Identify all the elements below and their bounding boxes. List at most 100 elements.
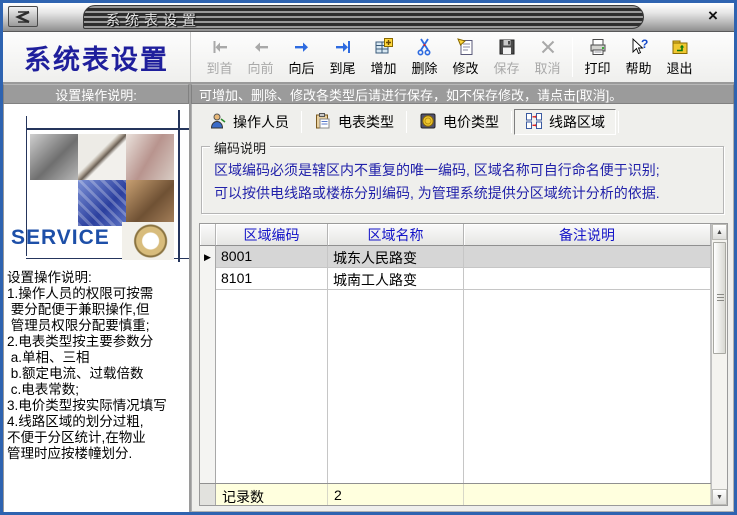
help-button[interactable]: ? 帮助 — [618, 34, 659, 80]
instruction-line: 管理员权限分配要慎重; — [7, 318, 189, 334]
sidebar-body: SERVICE 设置操作说明: 1.操作人员的权限可按需 要分配便于兼职操作,但… — [3, 104, 189, 512]
exit-icon — [670, 37, 690, 57]
column-header-name[interactable]: 区域名称 — [328, 224, 464, 246]
toolbar-button-label: 打印 — [584, 58, 610, 77]
modify-button[interactable]: 修改 — [445, 34, 486, 80]
instruction-line: 4.线路区域的划分过粗, — [7, 414, 189, 430]
collage-guide-line — [178, 110, 180, 262]
add-icon — [374, 37, 394, 57]
clipboard-icon — [314, 112, 332, 133]
cell-code[interactable]: 8101 — [216, 268, 328, 290]
page-title: 系统表设置 — [3, 32, 191, 82]
scroll-up-icon[interactable]: ▲ — [712, 224, 727, 240]
tab-separator — [301, 111, 302, 133]
first-record-icon — [210, 37, 230, 57]
grid-footer: 记录数 2 — [200, 483, 711, 505]
first-record-button[interactable]: 到首 — [199, 34, 240, 80]
toolbar-button-label: 向前 — [247, 58, 273, 77]
photo-keyboard — [78, 180, 126, 226]
cancel-button[interactable]: 取消 — [527, 34, 568, 80]
toolbar-button-label: 向后 — [288, 58, 314, 77]
instruction-line: b.额定电流、过载倍数 — [7, 366, 189, 382]
exit-button[interactable]: 退出 — [659, 34, 700, 80]
save-button[interactable]: 保存 — [486, 34, 527, 80]
record-count-label: 记录数 — [216, 484, 328, 505]
tab-label: 电价类型 — [443, 112, 499, 132]
last-record-icon — [333, 37, 353, 57]
tab-price-type[interactable]: 电价类型 — [409, 109, 509, 135]
column-header-note[interactable]: 备注说明 — [464, 224, 711, 246]
photo-strap — [126, 180, 174, 226]
cell-name[interactable]: 城南工人路变 — [328, 268, 464, 290]
grid-body: ▶ 8001 城东人民路变 8101 城南工人路变 — [200, 246, 711, 483]
titlebar: 系统表设置 × — [3, 3, 734, 32]
modify-icon — [456, 37, 476, 57]
prev-record-button[interactable]: 向前 — [240, 34, 281, 80]
next-record-icon — [292, 37, 312, 57]
instruction-line: 要分配便于兼职操作,但 — [7, 302, 189, 318]
tab-bar: 操作人员 电表类型 电价类型 — [199, 106, 728, 136]
grid-empty-area — [200, 290, 711, 483]
photo-watch — [122, 222, 174, 260]
add-button[interactable]: 增加 — [363, 34, 404, 80]
scroll-down-icon[interactable]: ▼ — [712, 489, 727, 505]
save-icon — [497, 37, 517, 57]
toolbar-button-label: 增加 — [370, 58, 396, 77]
record-count-value: 2 — [328, 484, 464, 505]
hint-message-bar: 可增加、删除、修改各类型后请进行保存，如不保存修改，请点击[取消]。 — [191, 84, 734, 104]
cell-name[interactable]: 城东人民路变 — [328, 246, 464, 268]
content: 设置操作说明: SERVICE 设置操作说明: 1. — [3, 84, 734, 512]
toolbar-button-label: 保存 — [493, 58, 519, 77]
header-bar: 系统表设置 到首 向前 向后 — [3, 32, 734, 84]
photo-pen — [78, 134, 126, 180]
tab-meter-type[interactable]: 电表类型 — [304, 109, 404, 135]
line-area-icon — [525, 112, 543, 133]
tab-separator — [618, 111, 619, 133]
print-button[interactable]: 打印 — [577, 34, 618, 80]
table-row[interactable]: ▶ 8001 城东人民路变 — [200, 246, 711, 268]
svg-text:?: ? — [641, 37, 648, 51]
toolbar-button-label: 取消 — [534, 58, 560, 77]
column-header-code[interactable]: 区域编码 — [216, 224, 328, 246]
coin-icon — [419, 112, 437, 133]
prev-record-icon — [251, 37, 271, 57]
instructions: 设置操作说明: 1.操作人员的权限可按需 要分配便于兼职操作,但 管理员权限分配… — [4, 262, 189, 462]
tab-label: 电表类型 — [338, 112, 394, 132]
groupbox-line: 可以按供电线路或楼栋分别编码, 为管理系统提供分区域统计分析的依据. — [214, 182, 717, 205]
operator-icon — [209, 112, 227, 133]
help-icon: ? — [629, 37, 649, 57]
instruction-line: c.电表常数; — [7, 382, 189, 398]
tab-operators[interactable]: 操作人员 — [199, 109, 299, 135]
titlebar-stripes: 系统表设置 — [83, 5, 644, 29]
instruction-line: 管理时应按楼幢划分. — [7, 446, 189, 462]
photo-parts — [126, 134, 174, 180]
cell-note[interactable] — [464, 268, 711, 290]
close-button[interactable]: × — [702, 6, 724, 26]
instruction-line: a.单相、三相 — [7, 350, 189, 366]
grid-header: 区域编码 区域名称 备注说明 — [200, 224, 711, 246]
next-record-button[interactable]: 向后 — [281, 34, 322, 80]
instruction-line: 设置操作说明: — [7, 270, 189, 286]
window-title: 系统表设置 — [106, 10, 201, 30]
tab-separator — [406, 111, 407, 133]
groupbox-title: 编码说明 — [210, 138, 270, 157]
app-window: 系统表设置 × 系统表设置 到首 向前 向后 — [0, 0, 737, 515]
tab-label: 操作人员 — [233, 112, 289, 132]
main-area: 可增加、删除、修改各类型后请进行保存，如不保存修改，请点击[取消]。 操作人员 — [191, 84, 734, 512]
table-row[interactable]: 8101 城南工人路变 — [200, 268, 711, 290]
scrollbar-thumb[interactable] — [713, 242, 726, 354]
instruction-line: 不便于分区统计,在物业 — [7, 430, 189, 446]
sidebar: 设置操作说明: SERVICE 设置操作说明: 1. — [3, 84, 191, 512]
toolbar-button-label: 帮助 — [625, 58, 651, 77]
tab-line-area[interactable]: 线路区域 — [514, 109, 616, 135]
coding-notes-groupbox: 编码说明 区域编码必须是辖区内不重复的唯一编码, 区域名称可自行命名便于识别; … — [201, 146, 724, 214]
main-panel: 操作人员 电表类型 电价类型 — [191, 104, 734, 512]
cell-code[interactable]: 8001 — [216, 246, 328, 268]
last-record-button[interactable]: 到尾 — [322, 34, 363, 80]
cell-note[interactable] — [464, 246, 711, 268]
instruction-line: 1.操作人员的权限可按需 — [7, 286, 189, 302]
instruction-line: 3.电价类型按实际情况填写 — [7, 398, 189, 414]
delete-button[interactable]: 删除 — [404, 34, 445, 80]
vertical-scrollbar[interactable]: ▲ ▼ — [711, 224, 727, 505]
print-icon — [588, 37, 608, 57]
